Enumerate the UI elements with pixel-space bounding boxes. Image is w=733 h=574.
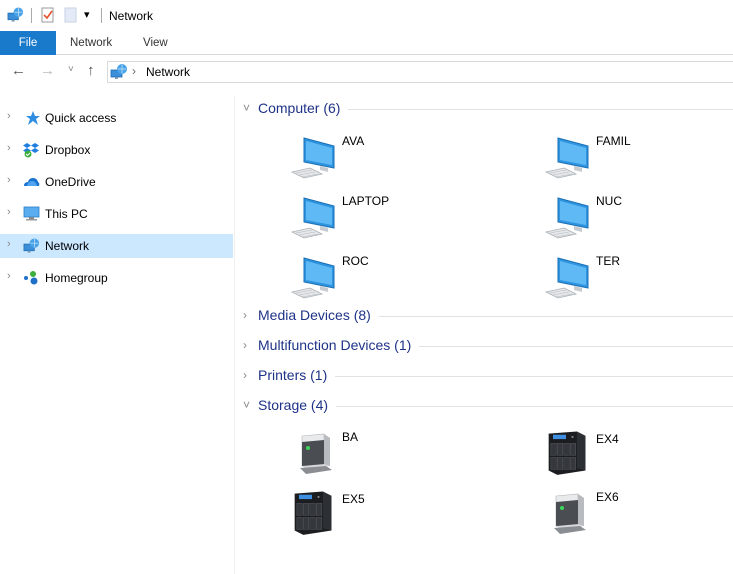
storage-item[interactable]: EX5 <box>286 485 486 541</box>
expand-chevron-icon[interactable]: › <box>7 174 11 186</box>
computer-item[interactable]: NUC <box>544 192 733 248</box>
sidebar-item-quick-access[interactable]: › Quick access <box>0 106 233 130</box>
group-header-media-devices[interactable]: › Media Devices (8) <box>243 306 733 326</box>
expand-chevron-icon[interactable]: › <box>7 206 11 218</box>
computer-icon <box>290 252 338 300</box>
group-header-multifunction-devices[interactable]: › Multifunction Devices (1) <box>243 336 733 356</box>
sidebar-item-dropbox[interactable]: › Dropbox <box>0 138 233 162</box>
item-name: EX5 <box>342 492 365 506</box>
drive-icon <box>544 488 592 536</box>
item-name: EX6 <box>596 490 619 504</box>
group-label: Multifunction Devices (1) <box>258 337 420 353</box>
group-header-computer[interactable]: ˅ Computer (6) <box>243 99 733 119</box>
item-name: ROC <box>342 254 369 268</box>
forward-button[interactable]: → <box>40 62 55 79</box>
back-button[interactable]: ← <box>11 62 26 79</box>
item-name: EX4 <box>596 432 619 446</box>
computer-icon <box>544 192 592 240</box>
item-name: LAPTOP <box>342 194 390 208</box>
item-name: BA <box>342 430 359 444</box>
tab-file[interactable]: File <box>0 31 56 55</box>
expand-chevron-icon[interactable]: › <box>7 110 11 122</box>
network-icon <box>23 238 40 254</box>
computer-icon <box>290 132 338 180</box>
recent-locations-button[interactable]: ˅ <box>68 64 74 75</box>
collapse-chevron-icon[interactable]: ˅ <box>243 101 250 115</box>
sidebar-item-label: This PC <box>45 207 88 221</box>
computer-item[interactable]: AVA <box>290 132 490 188</box>
sidebar-item-label: Quick access <box>45 111 117 125</box>
properties-icon[interactable] <box>41 7 55 23</box>
sidebar-item-label: Homegroup <box>45 271 108 285</box>
item-name: TER <box>596 254 620 268</box>
toolbar-separator <box>101 8 102 23</box>
group-header-printers[interactable]: › Printers (1) <box>243 366 733 386</box>
sidebar-item-network[interactable]: › Network <box>0 234 233 258</box>
expand-chevron-icon[interactable]: › <box>243 308 247 322</box>
expand-chevron-icon[interactable]: › <box>7 238 11 250</box>
tab-network[interactable]: Network <box>70 31 112 55</box>
storage-item[interactable]: EX4 <box>540 425 733 481</box>
ribbon: File Network View <box>0 31 733 55</box>
expand-chevron-icon[interactable]: › <box>7 142 11 154</box>
group-label: Printers (1) <box>258 367 336 383</box>
window-title: Network <box>109 9 154 23</box>
breadcrumb-separator[interactable]: › <box>132 64 136 78</box>
this-pc-icon <box>23 206 40 221</box>
sidebar-item-homegroup[interactable]: › Homegroup <box>0 266 233 290</box>
computer-item[interactable]: LAPTOP <box>290 192 490 248</box>
expand-chevron-icon[interactable]: › <box>7 270 11 282</box>
network-icon[interactable] <box>7 7 24 23</box>
sidebar-item-label: OneDrive <box>45 175 96 189</box>
breadcrumb-network[interactable]: Network <box>146 65 190 79</box>
item-name: FAMIL <box>596 134 631 148</box>
computer-item[interactable]: ROC <box>290 252 490 308</box>
sidebar-item-label: Network <box>45 239 90 253</box>
computer-icon <box>290 192 338 240</box>
toolbar-separator <box>31 8 32 23</box>
quick-access-star-icon <box>26 111 40 125</box>
sidebar-item-onedrive[interactable]: › OneDrive <box>0 170 233 194</box>
network-icon <box>110 64 128 80</box>
navigation-bar: ← → ˅ ↑ › Network <box>0 56 733 86</box>
computer-icon <box>544 132 592 180</box>
item-name: AVA <box>342 134 365 148</box>
computer-item[interactable]: FAMIL <box>544 132 733 188</box>
customize-dropdown-icon[interactable]: ▾ <box>84 8 90 21</box>
onedrive-icon <box>24 178 40 186</box>
computer-item[interactable]: TER <box>544 252 733 308</box>
dropbox-icon <box>23 143 39 158</box>
sidebar-item-this-pc[interactable]: › This PC <box>0 202 233 226</box>
navigation-pane: › Quick access › Dropbox › OneDrive › Th… <box>0 96 235 574</box>
computer-icon <box>544 252 592 300</box>
group-label: Storage (4) <box>258 397 337 413</box>
tab-view[interactable]: View <box>143 31 168 55</box>
nas-icon <box>540 425 592 477</box>
storage-item[interactable]: BA <box>290 428 490 484</box>
nas-icon <box>286 485 338 537</box>
item-name: NUC <box>596 194 622 208</box>
collapse-chevron-icon[interactable]: ˅ <box>243 398 250 412</box>
title-bar: ▾ Network <box>0 0 733 31</box>
address-bar[interactable]: › Network <box>107 61 733 83</box>
group-header-storage[interactable]: ˅ Storage (4) <box>243 396 733 416</box>
up-button[interactable]: ↑ <box>87 62 95 79</box>
drive-icon <box>290 428 338 476</box>
sidebar-item-label: Dropbox <box>45 143 91 157</box>
expand-chevron-icon[interactable]: › <box>243 368 247 382</box>
new-folder-icon[interactable] <box>64 7 77 23</box>
group-label: Media Devices (8) <box>258 307 379 323</box>
homegroup-icon <box>24 271 38 285</box>
group-label: Computer (6) <box>258 100 349 116</box>
storage-item[interactable]: EX6 <box>544 488 733 544</box>
expand-chevron-icon[interactable]: › <box>243 338 247 352</box>
